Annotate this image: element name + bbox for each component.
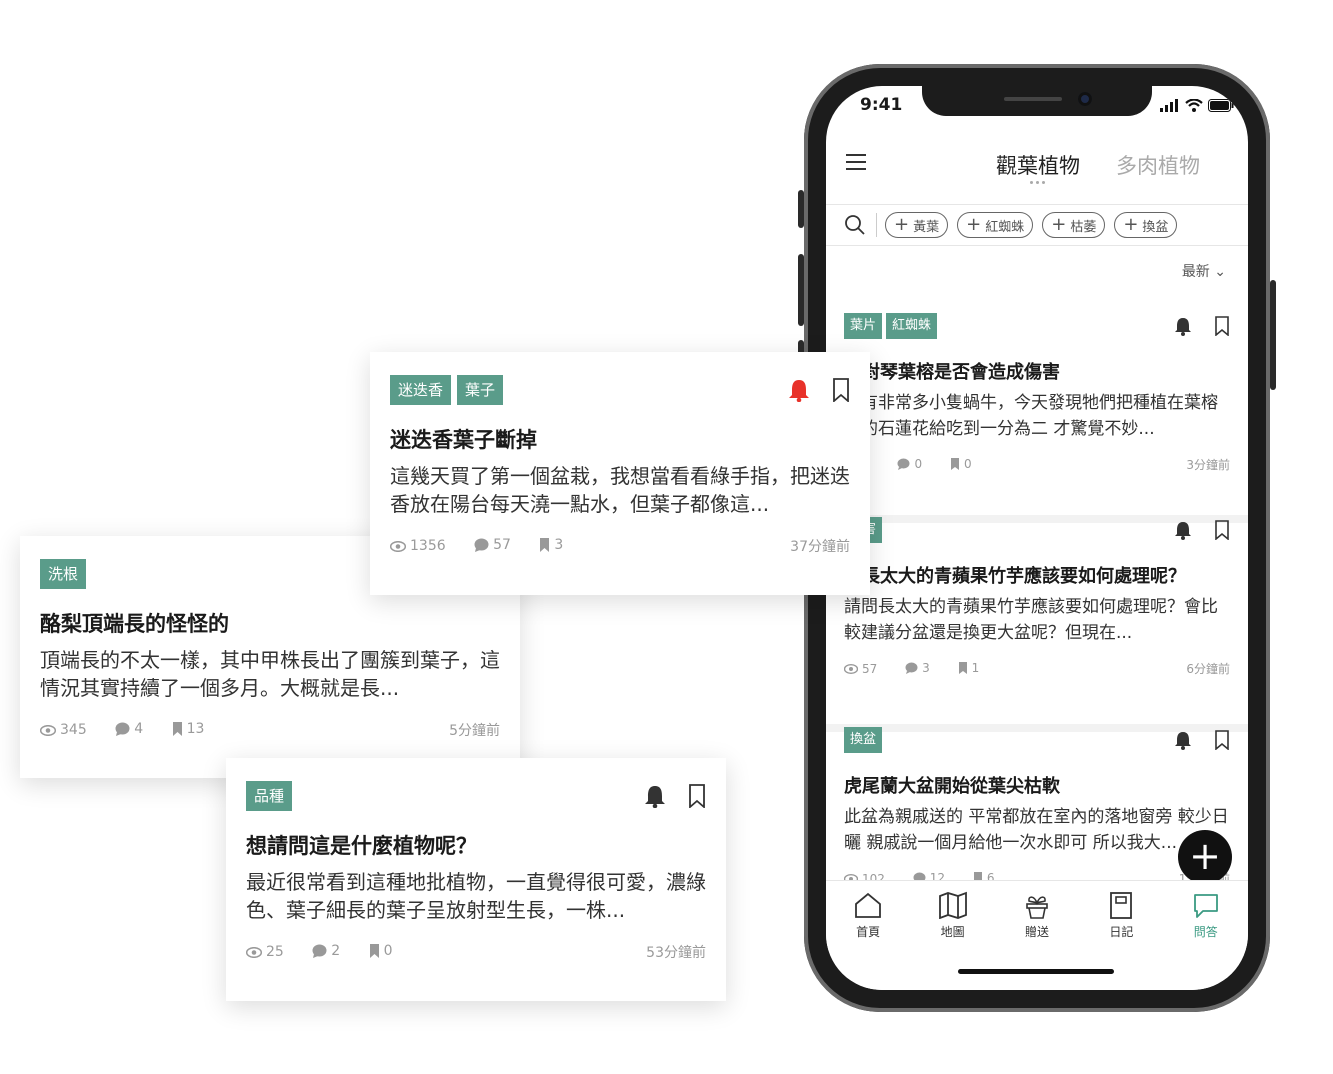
comment-icon bbox=[115, 722, 130, 736]
post-title: 虎尾蘭大盆開始從葉尖枯軟 bbox=[844, 776, 1060, 797]
tab-category-succulent[interactable]: 多肉植物 bbox=[1116, 150, 1200, 180]
bell-icon[interactable] bbox=[788, 378, 810, 402]
add-post-button[interactable]: + bbox=[1178, 830, 1232, 884]
bookmark-icon[interactable] bbox=[1214, 316, 1230, 336]
bell-icon[interactable] bbox=[644, 784, 666, 808]
post-title: 牛對琴葉榕是否會造成傷害 bbox=[844, 362, 1060, 383]
question-excerpt: 最近很常看到這種地批植物，一直覺得很可愛，濃綠色、葉子細長的葉子呈放射型生長，一… bbox=[246, 870, 706, 922]
question-time: 53分鐘前 bbox=[646, 945, 706, 961]
question-tag[interactable]: 品種 bbox=[246, 781, 293, 811]
eye-icon bbox=[390, 540, 406, 552]
question-excerpt: 這幾天買了第一個盆栽，我想當看看綠手指，把迷迭香放在陽台每天澆一點水，但葉子都像… bbox=[390, 464, 850, 516]
comment-icon bbox=[312, 944, 327, 958]
plant-pot-icon bbox=[1026, 896, 1048, 919]
map-icon bbox=[938, 891, 967, 919]
bookmark-icon[interactable] bbox=[1214, 520, 1230, 540]
chat-bubble-icon bbox=[1193, 894, 1218, 918]
post-card[interactable]: 蟲害 問長太大的青蘋果竹芋應該要如何處理呢？ 請問長太大的青蘋果竹芋應該要如何處… bbox=[826, 516, 1248, 732]
question-card[interactable]: 迷迭香 葉子 迷迭香葉子斷掉 這幾天買了第一個盆栽，我想當看看綠手指，把迷迭香放在… bbox=[370, 352, 870, 595]
status-bar: 9:41 bbox=[860, 94, 1234, 116]
bookmark-icon[interactable] bbox=[832, 378, 850, 402]
post-tag[interactable]: 換盆 bbox=[844, 727, 883, 753]
post-tag[interactable]: 葉片 bbox=[844, 313, 883, 339]
post-excerpt: 此盆為親戚送的 平常都放在室內的落地窗旁 較少日曬 親戚說一個月給他一次水即可 … bbox=[844, 807, 1229, 853]
wifi-icon bbox=[1185, 98, 1203, 112]
home-icon bbox=[855, 892, 882, 918]
question-tag[interactable]: 迷迭香 bbox=[390, 375, 452, 405]
filter-chip-bar: + 黃葉 + 紅蜘蛛 + 枯萎 + 換盆 bbox=[826, 204, 1248, 246]
eye-icon bbox=[246, 946, 262, 958]
page-dots bbox=[1030, 181, 1045, 184]
tab-gift[interactable]: 贈送 bbox=[1007, 891, 1067, 990]
bookmark-icon[interactable] bbox=[1214, 730, 1230, 750]
search-icon[interactable] bbox=[844, 214, 866, 236]
tab-map[interactable]: 地圖 bbox=[923, 891, 983, 990]
chip-wilting[interactable]: + 枯萎 bbox=[1042, 212, 1106, 238]
bookmark-icon[interactable] bbox=[688, 784, 706, 808]
chip-repot[interactable]: + 換盆 bbox=[1114, 212, 1178, 238]
post-tag[interactable]: 紅蜘蛛 bbox=[886, 313, 938, 339]
post-card[interactable]: 葉片 紅蜘蛛 牛對琴葉榕是否會造成傷害 讓有非常多小隻蝸牛，今天發現牠們把種植在葉… bbox=[826, 312, 1248, 523]
diary-icon bbox=[1110, 892, 1133, 919]
comment-icon bbox=[474, 538, 489, 552]
chevron-down-icon: ⌄ bbox=[1214, 264, 1226, 280]
phone-screen: 9:41 觀葉植物 多肉植物 +黃葉 +紅蜘蛛 +枯萎 +換盆 最新 ⌄ bbox=[826, 86, 1248, 990]
tab-home[interactable]: 首頁 bbox=[838, 891, 898, 990]
bookmark-count-icon bbox=[172, 721, 182, 736]
signal-icon bbox=[1160, 98, 1178, 112]
bell-icon[interactable] bbox=[1174, 730, 1192, 750]
tab-qa[interactable]: 問答 bbox=[1176, 891, 1236, 990]
bookmark-count-icon bbox=[958, 661, 967, 674]
post-title: 問長太大的青蘋果竹芋應該要如何處理呢？ bbox=[844, 566, 1186, 587]
question-title: 迷迭香葉子斷掉 bbox=[390, 428, 537, 452]
bell-icon[interactable] bbox=[1174, 316, 1192, 336]
tab-category-foliage[interactable]: 觀葉植物 bbox=[996, 150, 1080, 180]
question-card[interactable]: 品種 想請問這是什麼植物呢？ 最近很常看到這種地批植物，一直覺得很可愛，濃綠色、… bbox=[226, 758, 726, 1001]
sort-dropdown[interactable]: 最新 ⌄ bbox=[1182, 261, 1226, 281]
phone-power-button bbox=[1270, 280, 1276, 390]
comment-icon bbox=[905, 662, 918, 674]
category-header: 觀葉植物 多肉植物 bbox=[826, 146, 1248, 198]
question-title: 想請問這是什麼植物呢？ bbox=[246, 834, 477, 858]
question-time: 5分鐘前 bbox=[449, 723, 500, 739]
home-indicator bbox=[958, 969, 1114, 974]
menu-icon[interactable] bbox=[846, 154, 866, 170]
eye-icon bbox=[844, 663, 858, 674]
question-tag[interactable]: 洗根 bbox=[40, 559, 87, 589]
post-time: 6分鐘前 bbox=[1186, 662, 1230, 676]
phone-volume-up bbox=[798, 254, 804, 326]
phone-side-button bbox=[798, 190, 804, 228]
question-excerpt: 頂端長的不太一樣，其中甲株長出了團簇到葉子，這情況其實持續了一個多月。大概就是長… bbox=[40, 648, 500, 700]
post-excerpt: 讓有非常多小隻蝸牛，今天發現牠們把種植在葉榕下的石蓮花給吃到一分為二 才驚覺不妙… bbox=[844, 393, 1218, 439]
comment-icon bbox=[897, 458, 910, 470]
bell-icon[interactable] bbox=[1174, 520, 1192, 540]
status-time: 9:41 bbox=[860, 95, 903, 115]
bookmark-count-icon bbox=[950, 457, 959, 470]
question-tag[interactable]: 葉子 bbox=[457, 375, 504, 405]
phone-mockup: 9:41 觀葉植物 多肉植物 +黃葉 +紅蜘蛛 +枯萎 +換盆 最新 ⌄ bbox=[798, 64, 1276, 1012]
post-time: 3分鐘前 bbox=[1186, 458, 1230, 472]
question-title: 酪梨頂端長的怪怪的 bbox=[40, 612, 229, 636]
chip-spider-mite[interactable]: + 紅蜘蛛 bbox=[957, 212, 1034, 238]
battery-icon bbox=[1208, 98, 1234, 112]
post-excerpt: 請問長太大的青蘋果竹芋應該要如何處理呢？會比較建議分盆還是換更大盆呢？但現在..… bbox=[844, 597, 1218, 643]
bookmark-count-icon bbox=[369, 943, 379, 958]
chip-yellow-leaf[interactable]: + 黃葉 bbox=[885, 212, 949, 238]
question-time: 37分鐘前 bbox=[790, 539, 850, 555]
tab-diary[interactable]: 日記 bbox=[1091, 891, 1151, 990]
eye-icon bbox=[40, 724, 56, 736]
bookmark-count-icon bbox=[540, 537, 550, 552]
